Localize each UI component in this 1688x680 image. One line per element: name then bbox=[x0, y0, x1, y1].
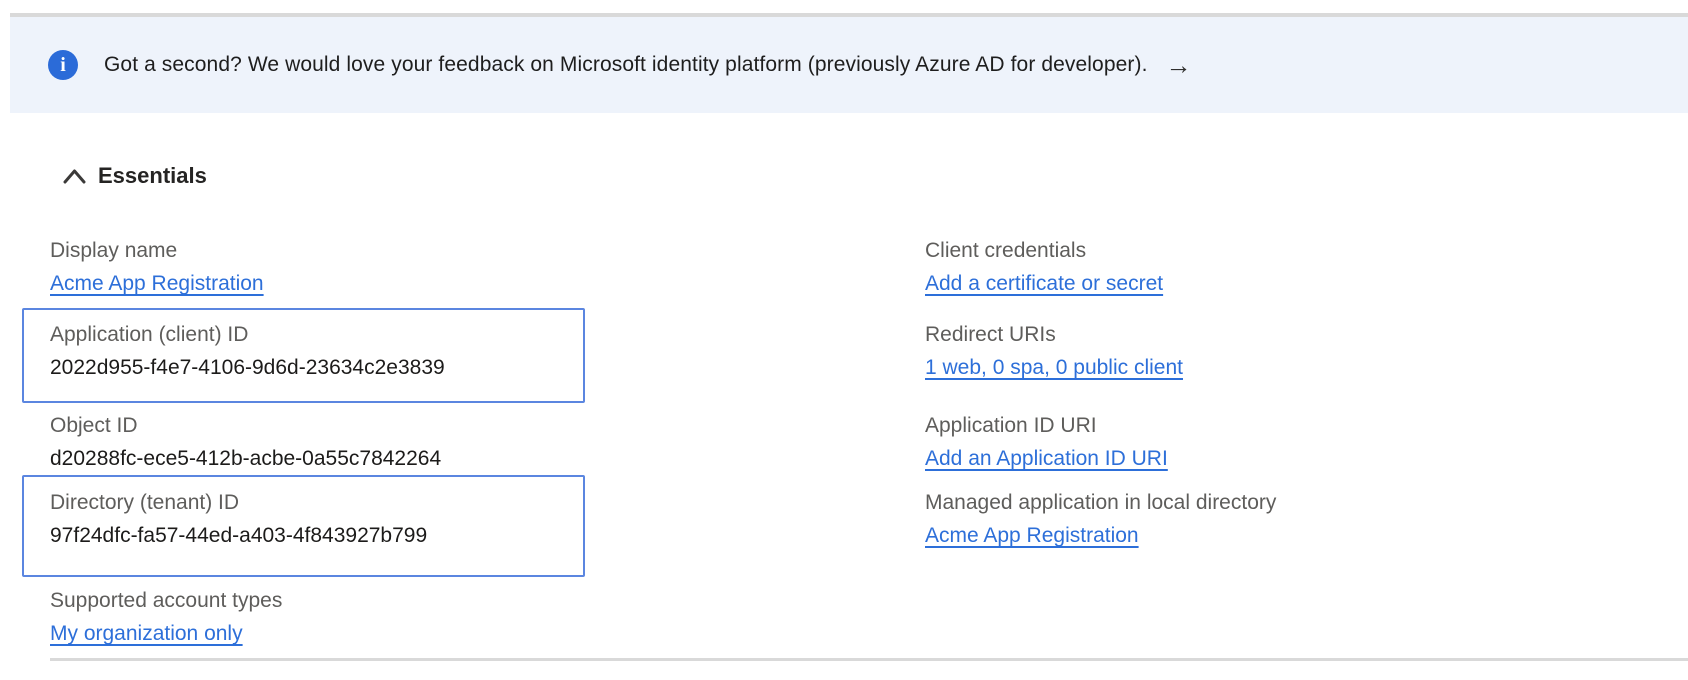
essentials-title: Essentials bbox=[98, 163, 207, 188]
application-client-id-value: 2022d955-f4e7-4106-9d6d-23634c2e3839 bbox=[50, 356, 445, 379]
arrow-right-icon[interactable]: → bbox=[1166, 52, 1192, 78]
directory-tenant-id-value: 97f24dfc-fa57-44ed-a403-4f843927b799 bbox=[50, 524, 428, 547]
application-client-id-label: Application (client) ID bbox=[50, 323, 249, 346]
application-id-uri-label: Application ID URI bbox=[925, 414, 1097, 437]
managed-application-link[interactable]: Acme App Registration bbox=[925, 524, 1139, 547]
field-application-id-uri: Application ID URI Add an Application ID… bbox=[925, 413, 1168, 472]
info-icon: i bbox=[48, 50, 78, 80]
field-display-name: Display name Acme App Registration bbox=[50, 238, 264, 297]
redirect-uris-link[interactable]: 1 web, 0 spa, 0 public client bbox=[925, 356, 1183, 379]
object-id-value: d20288fc-ece5-412b-acbe-0a55c7842264 bbox=[50, 447, 442, 470]
field-object-id: Object ID d20288fc-ece5-412b-acbe-0a55c7… bbox=[50, 413, 441, 472]
add-application-id-uri-link[interactable]: Add an Application ID URI bbox=[925, 447, 1168, 470]
supported-account-types-label: Supported account types bbox=[50, 589, 283, 612]
feedback-banner[interactable]: i Got a second? We would love your feedb… bbox=[10, 17, 1688, 113]
chevron-up-icon bbox=[63, 169, 86, 184]
redirect-uris-label: Redirect URIs bbox=[925, 323, 1056, 346]
display-name-label: Display name bbox=[50, 239, 178, 262]
field-directory-tenant-id: Directory (tenant) ID 97f24dfc-fa57-44ed… bbox=[50, 490, 427, 549]
field-redirect-uris: Redirect URIs 1 web, 0 spa, 0 public cli… bbox=[925, 322, 1183, 381]
essentials-bottom-divider bbox=[50, 658, 1688, 661]
field-managed-application: Managed application in local directory A… bbox=[925, 490, 1276, 549]
display-name-link[interactable]: Acme App Registration bbox=[50, 272, 264, 295]
field-client-credentials: Client credentials Add a certificate or … bbox=[925, 238, 1163, 297]
object-id-label: Object ID bbox=[50, 414, 138, 437]
field-supported-account-types: Supported account types My organization … bbox=[50, 588, 282, 647]
essentials-collapse-header[interactable]: Essentials bbox=[63, 163, 207, 189]
directory-tenant-id-label: Directory (tenant) ID bbox=[50, 491, 240, 514]
client-credentials-label: Client credentials bbox=[925, 239, 1087, 262]
supported-account-types-link[interactable]: My organization only bbox=[50, 622, 243, 645]
add-certificate-or-secret-link[interactable]: Add a certificate or secret bbox=[925, 272, 1163, 295]
banner-text: Got a second? We would love your feedbac… bbox=[104, 53, 1148, 76]
field-application-client-id: Application (client) ID 2022d955-f4e7-41… bbox=[50, 322, 445, 381]
managed-application-label: Managed application in local directory bbox=[925, 491, 1277, 514]
